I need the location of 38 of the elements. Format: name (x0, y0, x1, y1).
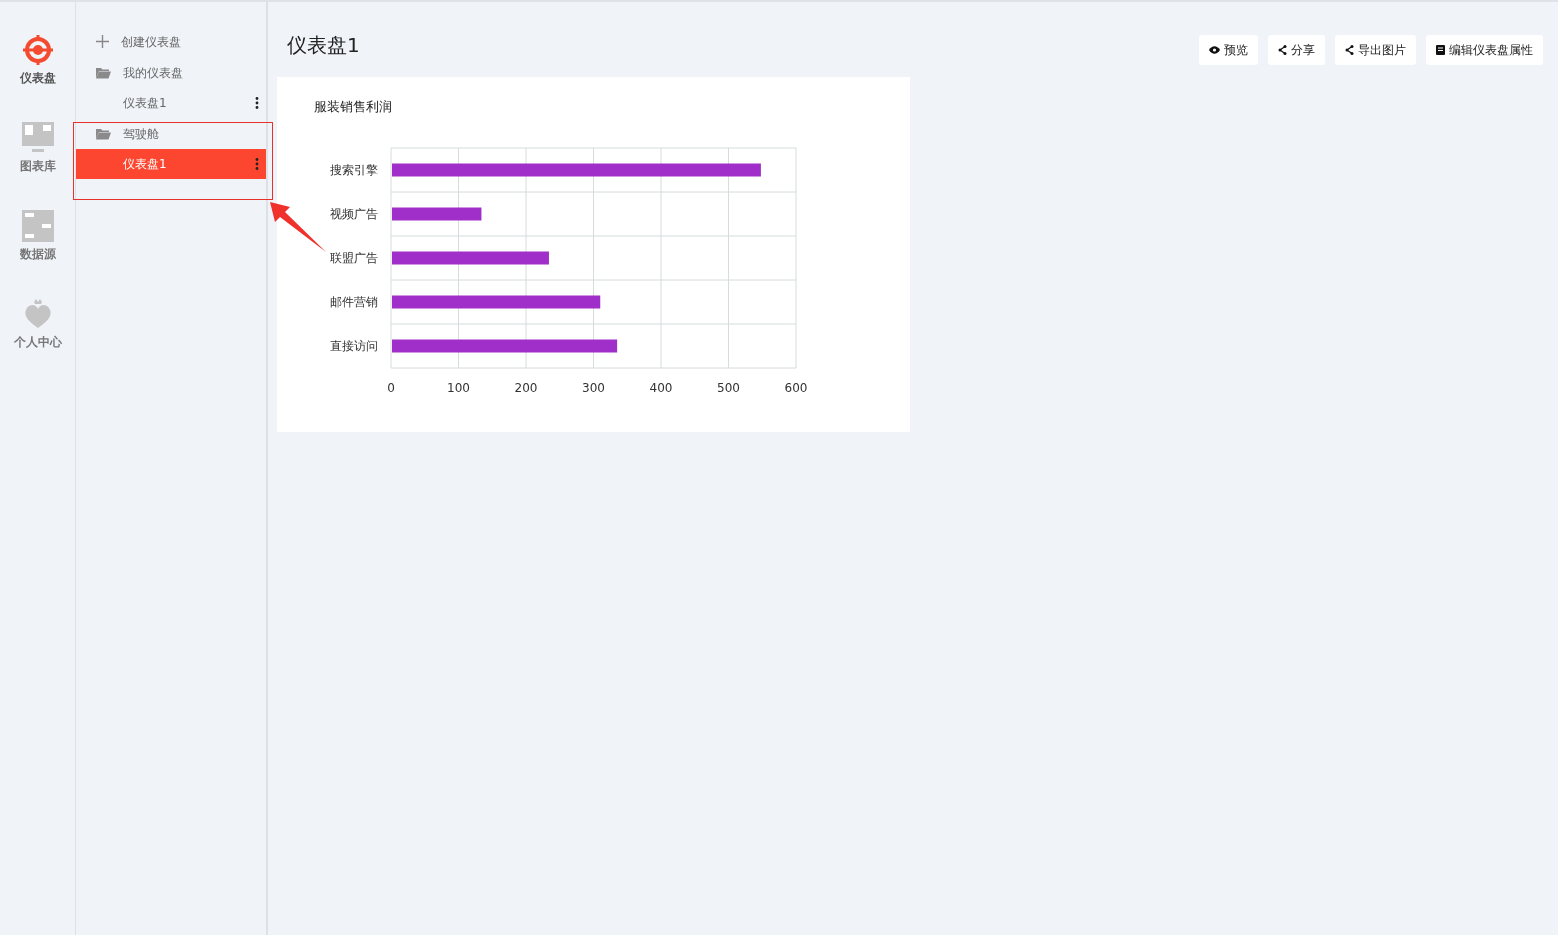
create-item[interactable]: 创建仪表盘 (76, 26, 266, 57)
category-label: 搜索引擎 (330, 163, 378, 177)
category-label: 直接访问 (330, 339, 378, 353)
document-icon (1436, 44, 1445, 55)
folder-icon (96, 127, 111, 140)
more-icon[interactable] (255, 97, 259, 109)
axis-tick-label: 100 (447, 381, 470, 395)
nav-item[interactable]: 个人中心 (2, 298, 73, 351)
axis-tick-label: 400 (649, 381, 673, 395)
folder-item[interactable]: 驾驶舱 (76, 118, 266, 149)
toolbar-button[interactable]: 导出图片 (1335, 34, 1416, 65)
axis-tick-label: 300 (582, 381, 605, 395)
axis-tick-label: 500 (717, 381, 740, 395)
category-label: 联盟广告 (330, 251, 378, 265)
nav-item[interactable]: 数据源 (2, 210, 73, 263)
folder-icon (96, 66, 111, 79)
dashboard-item[interactable]: 仪表盘1 (76, 88, 266, 118)
axis-tick-label: 200 (514, 381, 538, 395)
dashboard-item[interactable]: 仪表盘1 (76, 149, 266, 179)
chart-title: 服装销售利润 (314, 98, 392, 116)
database-table-icon (21, 210, 54, 242)
nav-item[interactable]: 图表库 (2, 122, 73, 175)
share-icon (1345, 44, 1354, 55)
nav-item[interactable]: 仪表盘 (2, 34, 73, 87)
eye-icon (1209, 45, 1220, 54)
category-label: 邮件营销 (330, 295, 378, 309)
page-title: 仪表盘1 (287, 31, 360, 59)
target-gear-icon (21, 34, 54, 66)
share-icon (1278, 44, 1287, 55)
folder-item[interactable]: 我的仪表盘 (76, 57, 266, 88)
category-label: 视频广告 (330, 207, 378, 221)
toolbar-button[interactable]: 编辑仪表盘属性 (1426, 34, 1543, 65)
toolbar-button[interactable]: 分享 (1268, 34, 1325, 65)
plus-icon (96, 35, 109, 48)
axis-tick-label: 600 (784, 381, 808, 395)
monitor-icon (21, 122, 54, 154)
toolbar-button[interactable]: 预览 (1199, 34, 1258, 65)
axis-tick-label: 0 (387, 381, 395, 395)
